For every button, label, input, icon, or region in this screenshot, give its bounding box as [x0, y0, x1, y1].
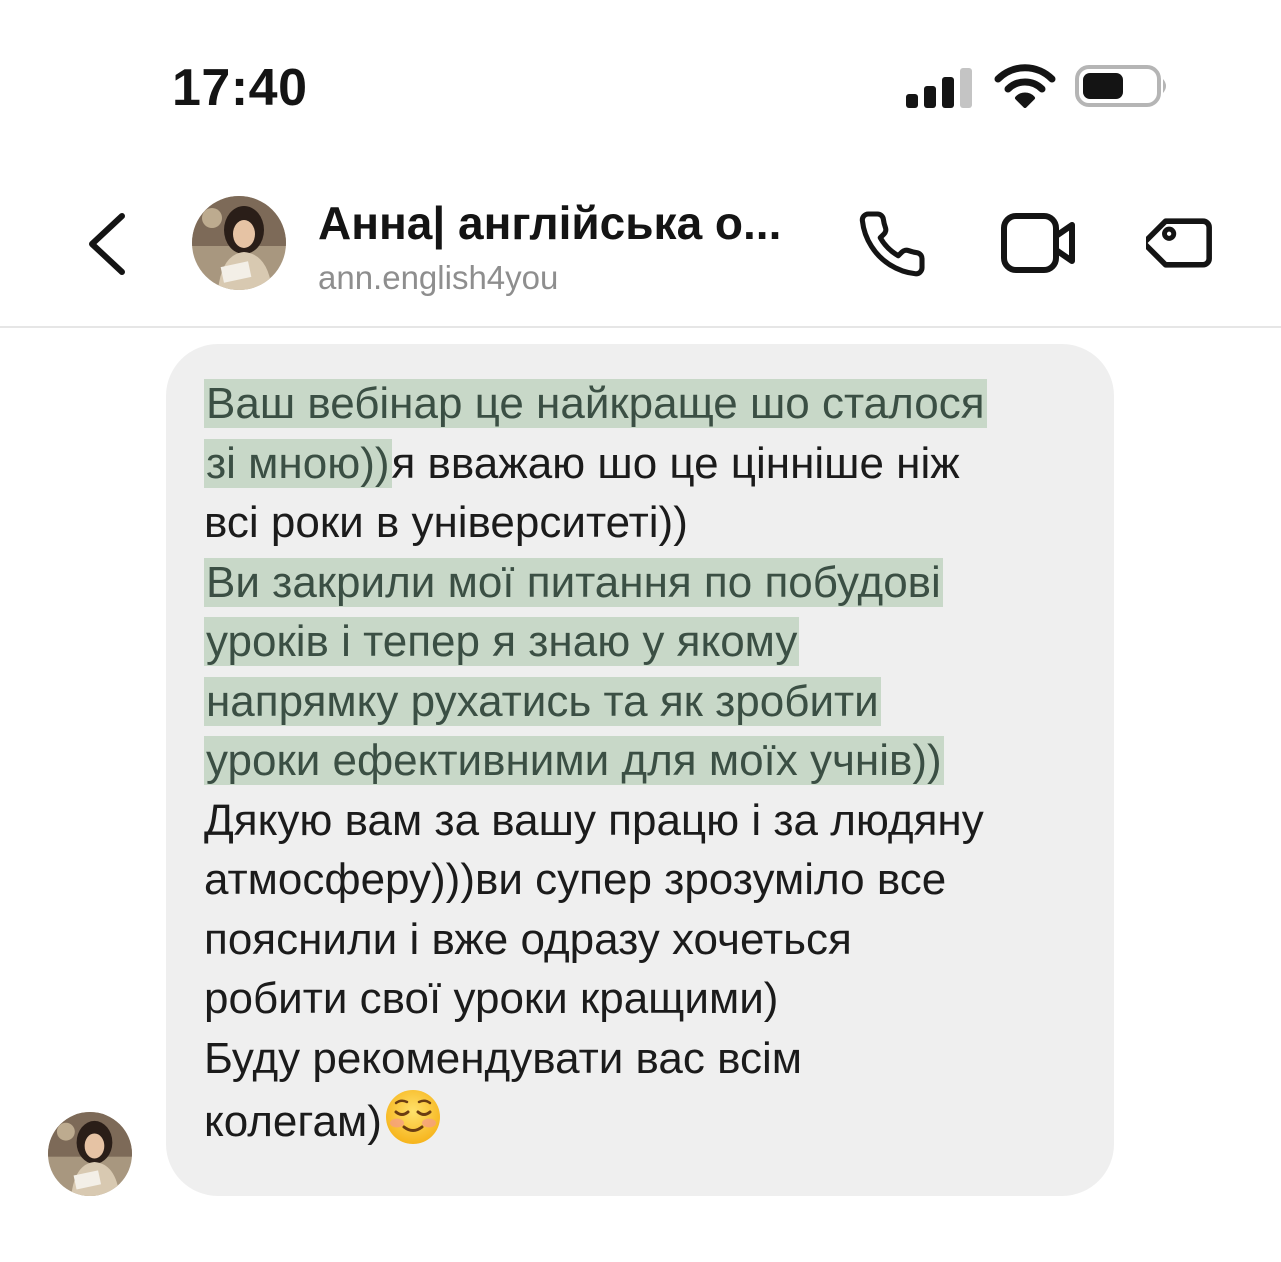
message-line: Буду рекомендувати вас всім	[204, 1033, 803, 1083]
message-line: робити свої уроки кращими)	[204, 974, 779, 1023]
message-text: Ваш вебінар це найкраще шо сталося зі мн…	[204, 374, 1084, 1152]
status-time: 17:40	[172, 59, 308, 117]
message-line: пояснили і вже одразу хочеться	[204, 914, 852, 964]
phone-icon[interactable]	[856, 208, 928, 280]
message-bubble[interactable]: Ваш вебінар це найкраще шо сталося зі мн…	[166, 344, 1114, 1196]
contact-name[interactable]: Анна| англійська о...	[318, 196, 781, 250]
wifi-icon	[994, 64, 1056, 108]
highlighted-text: Ви закрили мої питання по побудові	[204, 557, 943, 607]
avatar-photo	[192, 196, 286, 290]
avatar-photo	[48, 1112, 132, 1196]
chat-header: Анна| англійська о... ann.english4you	[0, 150, 1281, 328]
message-line: всі роки в університеті))	[204, 498, 688, 547]
message-line: Дякую вам за вашу працю і за людяну	[204, 795, 984, 845]
video-camera-icon[interactable]	[1000, 212, 1078, 274]
back-chevron-icon[interactable]	[84, 210, 130, 278]
message-line: атмосферу)))ви супер зрозуміло все	[204, 855, 947, 904]
message-line: я вважаю шо це цінніше ніж	[391, 438, 960, 488]
highlighted-text: уроків і тепер я знаю у якому	[204, 617, 800, 666]
highlighted-text: напрямку рухатись та як зробити	[204, 676, 881, 726]
contact-username: ann.english4you	[318, 259, 559, 296]
tag-icon[interactable]	[1146, 206, 1220, 280]
battery-icon	[1075, 65, 1166, 107]
smiling-face-icon	[385, 1090, 440, 1144]
status-bar: 17:40	[0, 0, 1281, 150]
message-line: колегам)	[204, 1097, 382, 1146]
highlighted-text: Ваш вебінар це найкраще шо сталося	[204, 379, 987, 428]
contact-avatar[interactable]	[192, 196, 286, 290]
cellular-signal-icon	[906, 68, 972, 108]
sender-avatar[interactable]	[48, 1112, 132, 1196]
highlighted-text: уроки ефективними для моїх учнів))	[204, 736, 944, 785]
highlighted-text: зі мною))	[204, 438, 392, 488]
